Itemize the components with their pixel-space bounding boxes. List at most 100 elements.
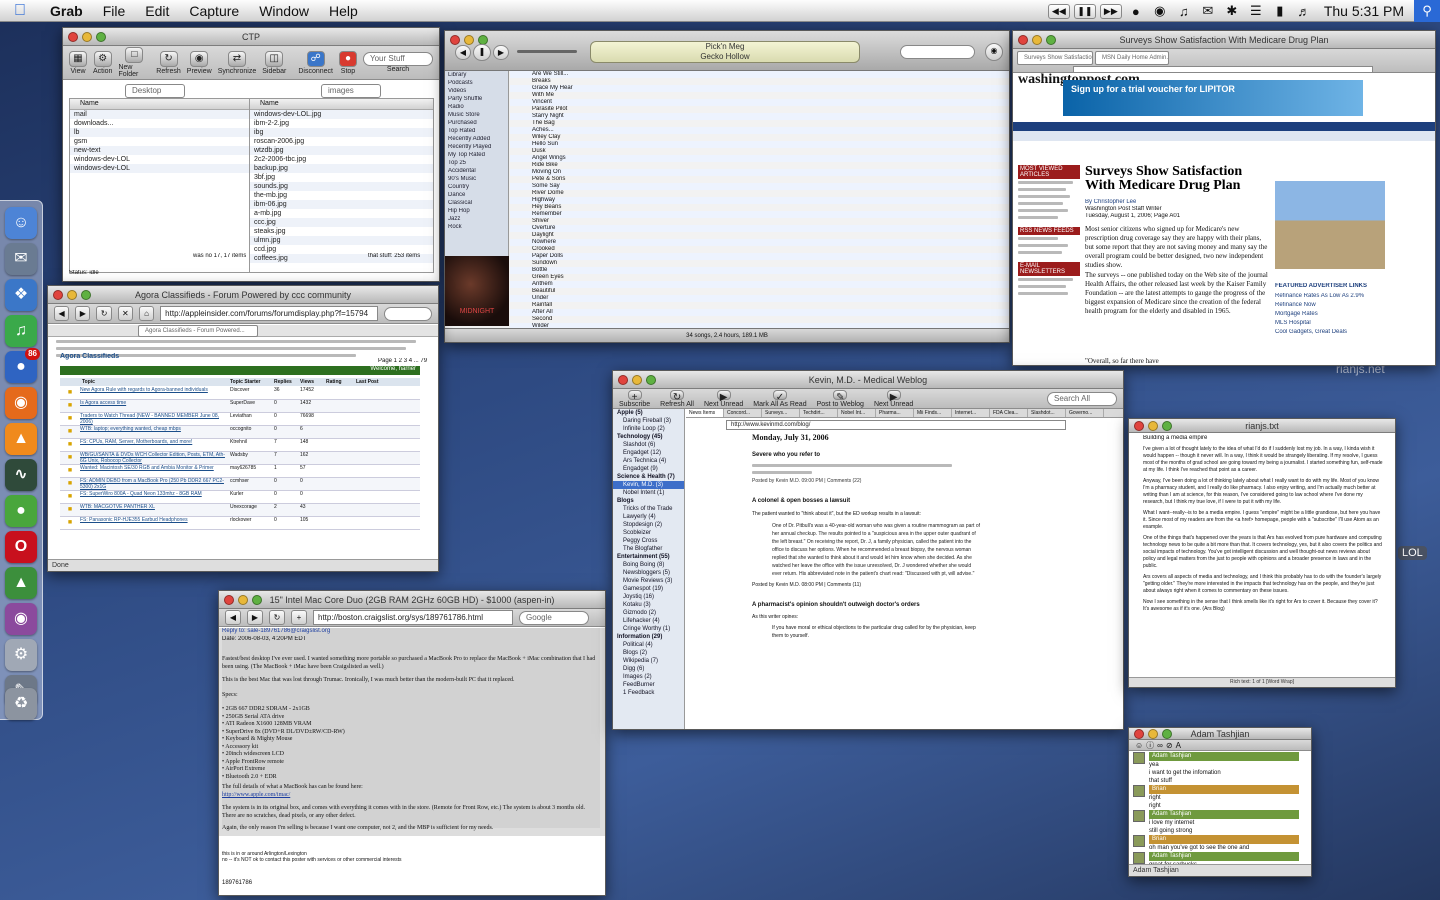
menu-window[interactable]: Window [249,3,319,19]
track-row[interactable]: Rainfall [510,302,1009,309]
topic-starter[interactable]: SuperDave [230,400,274,412]
topic-starter[interactable]: Leviathan [230,413,274,425]
source-item[interactable]: My Top Rated [448,152,505,159]
close-icon[interactable] [53,290,63,300]
agora-search-input[interactable] [384,306,433,321]
topic-row[interactable]: ■ WTB: MACGOTVE PANTHER XL Unexcorage 2 43 [60,504,420,517]
minimize-icon[interactable] [67,290,77,300]
file-row[interactable]: ulmn.jpg [250,236,433,245]
file-row[interactable]: windows-dev-LOL [70,155,253,164]
track-row[interactable]: Overture [510,225,1009,232]
topic-row[interactable]: ■ Traders to Watch Thread (NEW - BANNED M… [60,413,420,426]
right-path-popup[interactable]: images [321,84,381,98]
feed-item[interactable]: Newsbloggers (5) [613,569,684,577]
topic-title[interactable]: WTB: MACGOTVE PANTHER XL [80,504,230,516]
tab-agora[interactable]: Agora Classifieds - Forum Powered... [138,325,258,337]
track-row[interactable]: Aches... [510,127,1009,134]
search-box[interactable]: Your Stuff Search [363,52,433,73]
track-row[interactable]: Angel Wings [510,155,1009,162]
adium-icon[interactable]: ● 86 [5,348,40,383]
wifi-icon[interactable]: ☰ [1244,3,1268,19]
feed-item[interactable]: Gamespot (19) [613,585,684,593]
track-row[interactable]: Shiver [510,218,1009,225]
topic-title[interactable]: Wanted: Macintosh SE/30 RGB and Ambia Mo… [80,465,230,477]
action-button[interactable]: ⚙ Action [93,50,112,75]
next-unread-button[interactable]: ▶ Next Unread [704,389,743,408]
search-input[interactable]: Your Stuff [363,52,433,66]
topic-row[interactable]: ■ New Agora Rule with regards to Agora-ba… [60,387,420,400]
google-search-input[interactable]: Google [519,610,589,625]
info-icon[interactable]: ⓘ [1146,740,1154,750]
zoom-icon[interactable] [1162,729,1172,739]
source-item[interactable]: Party Shuffle [448,96,505,103]
safari-icon[interactable]: ❖ [5,279,37,311]
topic-starter[interactable]: Wadsby [230,452,274,464]
nnw-tab[interactable]: Governo... [1066,409,1104,417]
synchronize-button[interactable]: ⇄ Synchronize [218,50,256,75]
track-row[interactable]: Ride Bike [510,162,1009,169]
feed-item[interactable]: Political (4) [613,641,684,649]
pause-button[interactable]: ❚ [473,44,491,61]
zoom-icon[interactable] [646,375,656,385]
zoom-icon[interactable] [81,290,91,300]
minimize-icon[interactable] [1032,35,1042,45]
refresh-all-button[interactable]: ↻ Refresh All [660,389,694,408]
itunes-next-icon[interactable]: ▶▶ [1099,3,1122,19]
post1-posted[interactable]: Posted by Kevin M.D. 09:00 PM | Comments… [752,478,1002,484]
track-row[interactable]: Highway [510,197,1009,204]
track-row[interactable]: Bottle [510,267,1009,274]
topic-title[interactable]: FS: Panasonic RP-HJE355 Earbud Headphone… [80,517,230,529]
minimize-icon[interactable] [464,35,474,45]
topic-starter[interactable]: rlockower [230,517,274,529]
previous-track-button[interactable]: ◀ [455,45,471,60]
track-row[interactable]: Crooked [510,246,1009,253]
post3-title[interactable]: A pharmacist's opinion shouldn't outweig… [752,602,1002,608]
feed-item[interactable]: Blogs (2) [613,649,684,657]
topic-row[interactable]: ■ FS: ADMIN DEBO from a MacBook Pro (250 … [60,478,420,491]
nnw-tab[interactable]: Internet... [952,409,990,417]
track-row[interactable]: Vincent [510,99,1009,106]
home-icon[interactable]: ⌂ [138,306,155,321]
topic-title[interactable]: WB/GU/SANTA & DVDs WCH Collector Edition… [80,452,230,464]
nnw-address-bar[interactable]: http://www.kevinmd.com/blog/ [726,420,1066,430]
block-icon[interactable]: ⊘ [1166,741,1173,750]
close-icon[interactable] [1134,729,1144,739]
track-row[interactable]: Hello Sun [510,141,1009,148]
minimize-icon[interactable] [238,595,248,605]
feed-item[interactable]: Boing Boing (8) [613,561,684,569]
apple-link[interactable]: http://www.apple.com/imac/ [222,792,290,798]
local-file-pane[interactable]: Name mail downloads... lb gsm new-text window… [69,98,254,273]
feed-item[interactable]: Movie Reviews (3) [613,577,684,585]
track-row[interactable]: Beautiful [510,288,1009,295]
minimize-icon[interactable] [82,32,92,42]
nnw-tab[interactable]: Concord... [724,409,762,417]
left-path-popup[interactable]: Desktop [125,84,185,98]
nnw-search-input[interactable]: Search All [1047,391,1117,406]
battery-icon[interactable]: ▮ [1268,3,1292,19]
back-icon[interactable]: ◀ [54,306,70,321]
file-row[interactable]: a-mb.jpg [250,209,433,218]
file-row[interactable]: mail [70,110,253,119]
file-row[interactable]: ibg [250,128,433,137]
close-icon[interactable] [450,35,460,45]
mail-icon[interactable]: ✉ [1196,3,1220,19]
back-icon[interactable]: ◀ [225,610,241,625]
new-folder-button[interactable]: □ New Folder [118,47,150,78]
music-note-icon[interactable]: ♫ [1172,4,1196,19]
zoom-icon[interactable] [1162,421,1172,431]
source-item[interactable]: Jazz [448,216,505,223]
tab-wapo[interactable]: Surveys Show Satisfaction... [1017,51,1093,65]
wapo-search-bar[interactable] [1013,131,1435,141]
app-menu-grab[interactable]: Grab [40,3,93,19]
source-item[interactable]: Purchased [448,120,505,127]
album-artwork[interactable]: MIDNIGHT [445,256,509,326]
itunes-pause-icon[interactable]: ❚❚ [1073,3,1096,19]
itunes-search-input[interactable] [900,45,975,59]
topic-starter[interactable]: may626785 [230,465,274,477]
spotlight-icon[interactable]: ⚲ [1414,0,1440,22]
close-icon[interactable] [618,375,628,385]
agora-address-bar[interactable]: http://appleinsider.com/forums/forumdisp… [160,306,379,321]
bookmark-icon[interactable]: + [291,610,307,625]
opera-icon[interactable]: O [5,531,37,563]
menu-help[interactable]: Help [319,3,368,19]
